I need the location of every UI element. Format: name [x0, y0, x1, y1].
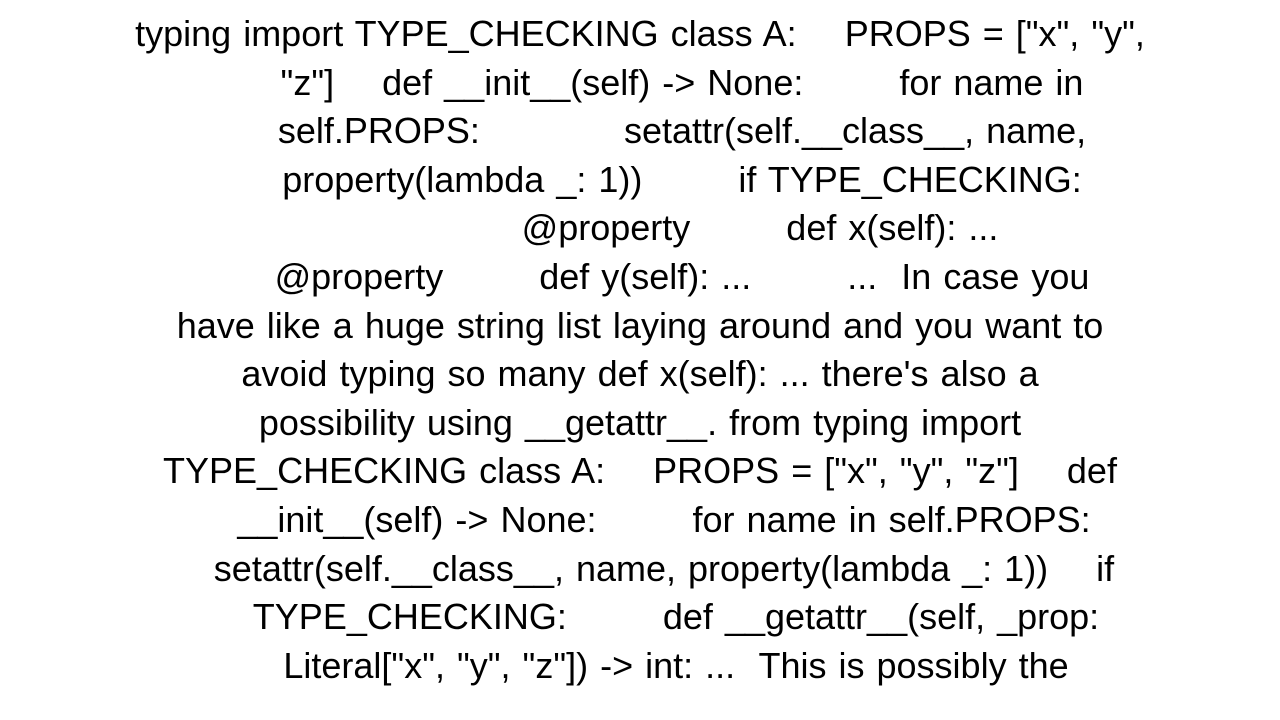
code-text-block: typing import TYPE_CHECKING class A: PRO…: [20, 10, 1260, 690]
main-content: typing import TYPE_CHECKING class A: PRO…: [0, 0, 1280, 720]
